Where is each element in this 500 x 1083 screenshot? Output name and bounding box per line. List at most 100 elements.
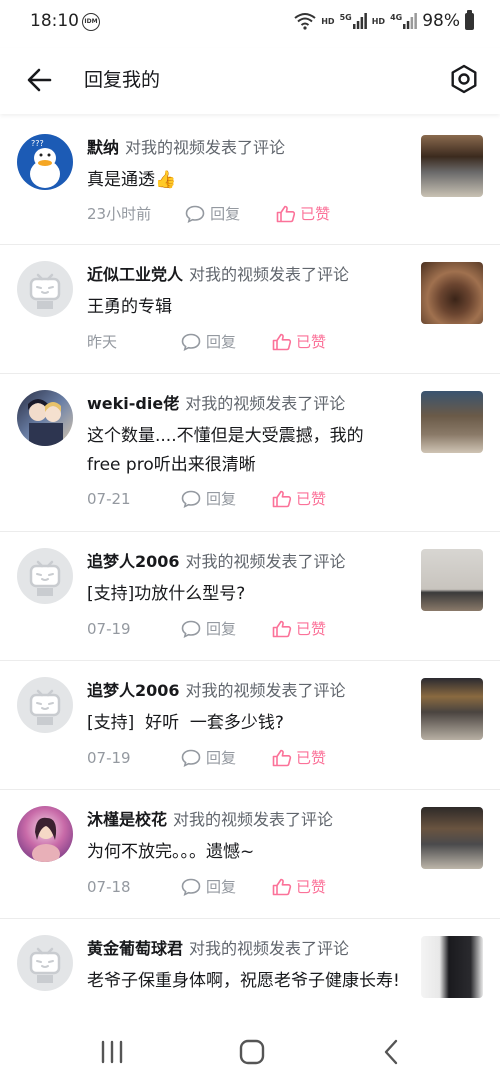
video-thumbnail[interactable] xyxy=(421,807,483,869)
wifi-icon xyxy=(294,13,316,30)
timestamp: 07-19 xyxy=(87,748,131,767)
video-thumbnail[interactable] xyxy=(421,549,483,611)
battery-percent: 98% xyxy=(422,11,460,31)
system-nav-bar xyxy=(0,1020,500,1083)
avatar[interactable] xyxy=(17,261,73,317)
video-thumbnail[interactable] xyxy=(421,678,483,740)
network-5g-label: 5G xyxy=(339,13,352,22)
comment-text: 王勇的专辑 xyxy=(87,297,172,317)
username[interactable]: 近似工业党人 xyxy=(87,265,183,284)
comment-text: 为何不放完。。。遗憾~ xyxy=(87,842,255,862)
page-title: 回复我的 xyxy=(84,69,161,91)
signal-5g: 5G xyxy=(340,13,367,29)
timestamp: 07-19 xyxy=(87,619,131,638)
home-icon xyxy=(239,1039,265,1065)
username[interactable]: 追梦人2006 xyxy=(87,552,180,571)
timestamp: 07-21 xyxy=(87,489,131,508)
liked-label: 已赞 xyxy=(296,878,327,896)
timestamp: 昨天 xyxy=(87,333,118,351)
username[interactable]: 默纳 xyxy=(87,138,119,157)
signal-bars-icon xyxy=(352,13,367,29)
reply-content: 近似工业党人 对我的视频发表了评论 王勇的专辑 xyxy=(87,262,407,322)
username[interactable]: 沐槿是校花 xyxy=(87,810,167,829)
idm-icon: IDM xyxy=(82,13,100,31)
avatar[interactable] xyxy=(17,677,73,733)
comment-bubble-icon xyxy=(181,749,201,767)
nav-back-button[interactable] xyxy=(372,1034,412,1070)
video-thumbnail[interactable] xyxy=(421,391,483,453)
reply-meta: 23小时前 回复 已赞 xyxy=(87,203,330,224)
avatar[interactable] xyxy=(17,806,73,862)
reply-button[interactable]: 回复 xyxy=(185,203,240,224)
liked-button[interactable]: 已赞 xyxy=(276,203,330,224)
default-avatar-icon xyxy=(29,273,61,309)
reply-item[interactable]: weki-die佬 对我的视频发表了评论 这个数量....不懂但是大受震撼，我的f… xyxy=(0,374,500,532)
video-thumbnail[interactable] xyxy=(421,135,483,197)
comment-bubble-icon xyxy=(185,205,205,223)
network-4g-label: 4G xyxy=(390,13,403,22)
video-thumbnail[interactable] xyxy=(421,262,483,324)
liked-button[interactable]: 已赞 xyxy=(272,488,326,509)
back-button[interactable] xyxy=(22,62,58,98)
liked-button[interactable]: 已赞 xyxy=(272,618,326,639)
reply-item[interactable]: 追梦人2006 对我的视频发表了评论 [支持]功放什么型号? 07-19 回复 已… xyxy=(0,532,500,661)
avatar[interactable] xyxy=(17,935,73,991)
reply-label: 回复 xyxy=(210,205,241,223)
thumbs-up-icon xyxy=(272,333,292,350)
status-time: 18:10 xyxy=(30,11,79,31)
reply-button[interactable]: 回复 xyxy=(181,876,236,897)
reply-meta: 07-19 回复 已赞 xyxy=(87,618,326,639)
username[interactable]: 追梦人2006 xyxy=(87,681,180,700)
avatar[interactable] xyxy=(17,548,73,604)
home-button[interactable] xyxy=(232,1034,272,1070)
reply-label: 回复 xyxy=(206,878,237,896)
video-thumbnail[interactable] xyxy=(421,936,483,998)
liked-label: 已赞 xyxy=(296,620,327,638)
reply-meta: 07-19 回复 已赞 xyxy=(87,747,326,768)
avatar[interactable]: ??? xyxy=(17,134,73,190)
action-text: 对我的视频发表了评论 xyxy=(185,552,346,571)
arrow-left-icon xyxy=(27,68,52,92)
reply-meta: 昨天 回复 已赞 xyxy=(87,331,326,352)
battery-icon xyxy=(465,9,474,30)
recents-icon xyxy=(101,1040,123,1064)
settings-button[interactable] xyxy=(446,61,482,97)
reply-button[interactable]: 回复 xyxy=(181,747,236,768)
reply-item[interactable]: 沐槿是校花 对我的视频发表了评论 为何不放完。。。遗憾~ 07-18 回复 已赞 xyxy=(0,790,500,919)
reply-button[interactable]: 回复 xyxy=(181,331,236,352)
nav-back-icon xyxy=(384,1039,398,1065)
signal-bars-icon xyxy=(403,13,418,29)
signal-4g: 4G xyxy=(390,13,418,29)
liked-button[interactable]: 已赞 xyxy=(272,876,326,897)
comment-bubble-icon xyxy=(181,878,201,896)
recents-button[interactable] xyxy=(92,1034,132,1070)
reply-item[interactable]: 追梦人2006 对我的视频发表了评论 [支持] 好听 一套多少钱? 07-19 回… xyxy=(0,661,500,790)
liked-button[interactable]: 已赞 xyxy=(272,331,326,352)
anime-avatar-image xyxy=(28,399,63,446)
reply-item[interactable]: 近似工业党人 对我的视频发表了评论 王勇的专辑 昨天 回复 已赞 xyxy=(0,245,500,374)
hd-badge-2: HD xyxy=(371,16,386,26)
username[interactable]: weki-die佬 xyxy=(87,394,179,413)
reply-button[interactable]: 回复 xyxy=(181,618,236,639)
comment-bubble-icon xyxy=(181,333,201,351)
username[interactable]: 黄金葡萄球君 xyxy=(87,939,183,958)
comment-bubble-icon xyxy=(181,620,201,638)
liked-label: 已赞 xyxy=(296,749,327,767)
reply-item[interactable]: ??? 默纳 对我的视频发表了评论 真是通透👍 23小时前 回复 已赞 xyxy=(0,118,500,245)
status-indicators: HD 5G HD 4G 98% xyxy=(294,9,474,31)
reply-meta: 07-18 回复 已赞 xyxy=(87,876,326,897)
comment-bubble-icon xyxy=(181,490,201,508)
svg-text:???: ??? xyxy=(31,139,44,148)
timestamp: 23小时前 xyxy=(87,205,152,223)
comment-text: [支持] 好听 一套多少钱? xyxy=(87,713,284,733)
reply-label: 回复 xyxy=(206,490,237,508)
comment-text: 老爷子保重身体啊，祝愿老爷子健康长寿! xyxy=(87,971,400,991)
reply-button[interactable]: 回复 xyxy=(181,488,236,509)
reply-content: weki-die佬 对我的视频发表了评论 这个数量....不懂但是大受震撼，我的f… xyxy=(87,391,407,480)
avatar[interactable] xyxy=(17,390,73,446)
thumbs-up-icon xyxy=(272,620,292,637)
liked-button[interactable]: 已赞 xyxy=(272,747,326,768)
app-header: 回复我的 xyxy=(0,48,500,114)
reply-content: 追梦人2006 对我的视频发表了评论 [支持]功放什么型号? xyxy=(87,549,407,609)
comment-text: 这个数量....不懂但是大受震撼，我的free pro听出来很清晰 xyxy=(87,426,364,475)
